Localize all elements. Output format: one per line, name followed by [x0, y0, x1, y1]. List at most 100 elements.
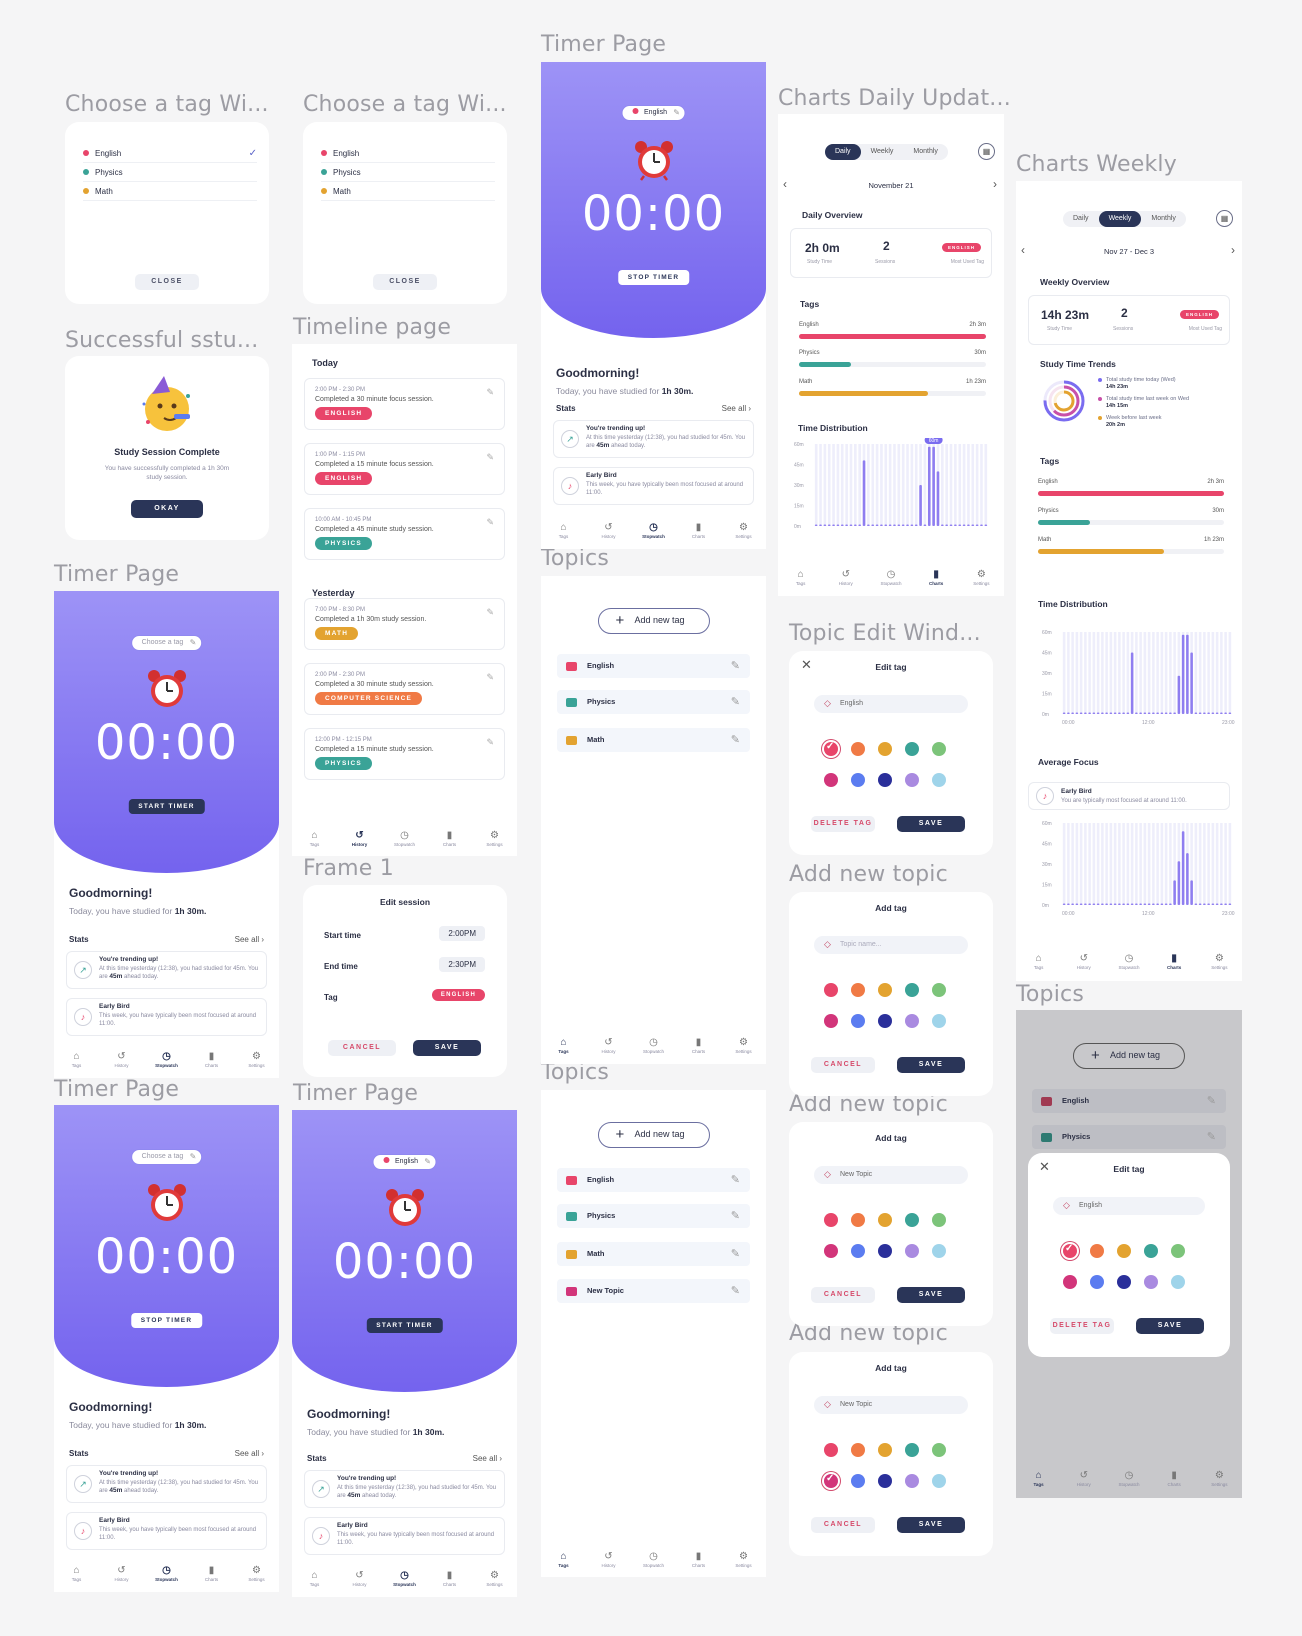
start-timer-button[interactable]: START TIMER	[366, 1318, 443, 1333]
topic-row-new[interactable]: New Topic ✎	[557, 1279, 750, 1303]
color-swatch[interactable]	[851, 1213, 865, 1227]
color-swatch[interactable]	[851, 1443, 865, 1457]
topic-row-math[interactable]: Math ✎	[557, 1242, 750, 1266]
nav-tags[interactable]: ⌂ Tags	[300, 830, 330, 852]
color-swatch[interactable]	[932, 1014, 946, 1028]
topic-row-english[interactable]: English ✎	[557, 654, 750, 678]
color-swatch[interactable]	[905, 1014, 919, 1028]
tag-name-input[interactable]: ◇ English	[1053, 1197, 1205, 1215]
color-swatch[interactable]	[824, 741, 838, 756]
nav-stopwatch[interactable]: ◷ Stopwatch	[1114, 1470, 1144, 1492]
color-swatch[interactable]	[1171, 1244, 1185, 1258]
cancel-button[interactable]: CANCEL	[328, 1040, 396, 1056]
pencil-icon[interactable]: ✎	[1207, 1125, 1216, 1149]
session-card[interactable]: 10:00 AM - 10:45 PM Completed a 45 minute…	[304, 508, 505, 560]
color-swatch[interactable]	[1063, 1243, 1077, 1258]
color-swatch[interactable]	[1090, 1244, 1104, 1258]
tag-option-physics[interactable]: Physics	[83, 163, 257, 182]
color-swatch[interactable]	[878, 1213, 892, 1227]
chevron-right-icon[interactable]: ›	[993, 177, 997, 191]
nav-settings[interactable]: ⚙ Settings	[729, 522, 759, 544]
chevron-right-icon[interactable]: ›	[1231, 243, 1235, 257]
nav-charts[interactable]: ▮ Charts	[197, 1565, 227, 1587]
see-all-link[interactable]: See all ›	[473, 1454, 502, 1463]
color-swatch[interactable]	[932, 773, 946, 787]
color-swatch[interactable]	[1144, 1244, 1158, 1258]
nav-stopwatch[interactable]: ◷ Stopwatch	[639, 522, 669, 544]
nav-tags[interactable]: ⌂ Tags	[549, 1037, 579, 1059]
color-swatch[interactable]	[905, 773, 919, 787]
color-swatch[interactable]	[824, 1014, 838, 1028]
tag-pill[interactable]: ENGLISH	[431, 989, 485, 1001]
pencil-icon[interactable]: ✎	[486, 452, 494, 463]
delete-tag-button[interactable]: DELETE TAG	[811, 816, 875, 832]
close-button[interactable]: CLOSE	[373, 274, 437, 290]
color-swatch[interactable]	[878, 1014, 892, 1028]
stop-timer-button[interactable]: STOP TIMER	[617, 270, 690, 285]
nav-settings[interactable]: ⚙ Settings	[480, 1570, 510, 1592]
nav-stopwatch[interactable]: ◷ Stopwatch	[639, 1037, 669, 1059]
nav-stopwatch[interactable]: ◷ Stopwatch	[639, 1551, 669, 1573]
color-swatch[interactable]	[1171, 1275, 1185, 1289]
color-swatch[interactable]	[851, 983, 865, 997]
pencil-icon[interactable]: ✎	[486, 517, 494, 528]
tag-option-math[interactable]: Math	[83, 182, 257, 201]
topic-row-physics[interactable]: Physics ✎	[557, 690, 750, 714]
see-all-link[interactable]: See all ›	[235, 1449, 264, 1458]
calendar-icon[interactable]: ▦	[1216, 210, 1233, 227]
tag-name-input[interactable]: ◇ Topic name...	[814, 936, 968, 954]
save-button[interactable]: SAVE	[1136, 1318, 1204, 1334]
pencil-icon[interactable]: ✎	[486, 737, 494, 748]
save-button[interactable]: SAVE	[897, 1517, 965, 1533]
nav-tags[interactable]: ⌂ Tags	[549, 1551, 579, 1573]
nav-stopwatch[interactable]: ◷ Stopwatch	[390, 1570, 420, 1592]
tag-option-math[interactable]: Math	[321, 182, 495, 201]
pencil-icon[interactable]: ✎	[731, 1279, 740, 1303]
pencil-icon[interactable]: ✎	[731, 690, 740, 714]
color-swatch[interactable]	[1117, 1244, 1131, 1258]
color-swatch[interactable]	[878, 773, 892, 787]
color-swatch[interactable]	[824, 1244, 838, 1258]
nav-history[interactable]: ↺ History	[594, 1037, 624, 1059]
color-swatch[interactable]	[932, 1244, 946, 1258]
color-swatch[interactable]	[851, 742, 865, 756]
session-card[interactable]: 12:00 PM - 12:15 PM Completed a 15 minute…	[304, 728, 505, 780]
tab-monthly[interactable]: Monthly	[903, 144, 948, 160]
stop-timer-button[interactable]: STOP TIMER	[130, 1313, 203, 1328]
nav-settings[interactable]: ⚙ Settings	[729, 1551, 759, 1573]
tag-name-input[interactable]: ◇ English	[814, 695, 968, 713]
color-swatch[interactable]	[878, 742, 892, 756]
color-swatch[interactable]	[905, 1213, 919, 1227]
tag-option-english[interactable]: English	[321, 144, 495, 163]
topic-row-physics[interactable]: Physics ✎	[1032, 1125, 1226, 1149]
color-swatch[interactable]	[932, 1443, 946, 1457]
pencil-icon[interactable]: ✎	[731, 654, 740, 678]
color-swatch[interactable]	[878, 1443, 892, 1457]
color-swatch[interactable]	[824, 1213, 838, 1227]
session-card[interactable]: 2:00 PM - 2:30 PM Completed a 30 minute f…	[304, 378, 505, 430]
color-swatch[interactable]	[878, 983, 892, 997]
nav-settings[interactable]: ⚙ Settings	[1204, 953, 1234, 975]
color-swatch[interactable]	[905, 1474, 919, 1488]
color-swatch[interactable]	[932, 1213, 946, 1227]
start-timer-button[interactable]: START TIMER	[128, 799, 205, 814]
nav-stopwatch[interactable]: ◷ Stopwatch	[152, 1051, 182, 1073]
nav-charts[interactable]: ▮ Charts	[684, 1551, 714, 1573]
save-button[interactable]: SAVE	[897, 1057, 965, 1073]
add-new-tag-button[interactable]: Add new tag	[597, 608, 710, 634]
calendar-icon[interactable]: ▦	[978, 143, 995, 160]
nav-settings[interactable]: ⚙ Settings	[966, 569, 996, 591]
nav-history[interactable]: ↺ History	[831, 569, 861, 591]
nav-charts[interactable]: ▮ Charts	[197, 1051, 227, 1073]
color-swatch[interactable]	[824, 773, 838, 787]
color-swatch[interactable]	[878, 1474, 892, 1488]
nav-stopwatch[interactable]: ◷ Stopwatch	[876, 569, 906, 591]
color-swatch[interactable]	[932, 742, 946, 756]
nav-tags[interactable]: ⌂ Tags	[62, 1565, 92, 1587]
nav-stopwatch[interactable]: ◷ Stopwatch	[1114, 953, 1144, 975]
nav-charts[interactable]: ▮ Charts	[684, 1037, 714, 1059]
nav-settings[interactable]: ⚙ Settings	[242, 1565, 272, 1587]
nav-tags[interactable]: ⌂ Tags	[1024, 1470, 1054, 1492]
nav-settings[interactable]: ⚙ Settings	[1204, 1470, 1234, 1492]
tag-selector[interactable]: English ✎	[372, 1154, 437, 1170]
